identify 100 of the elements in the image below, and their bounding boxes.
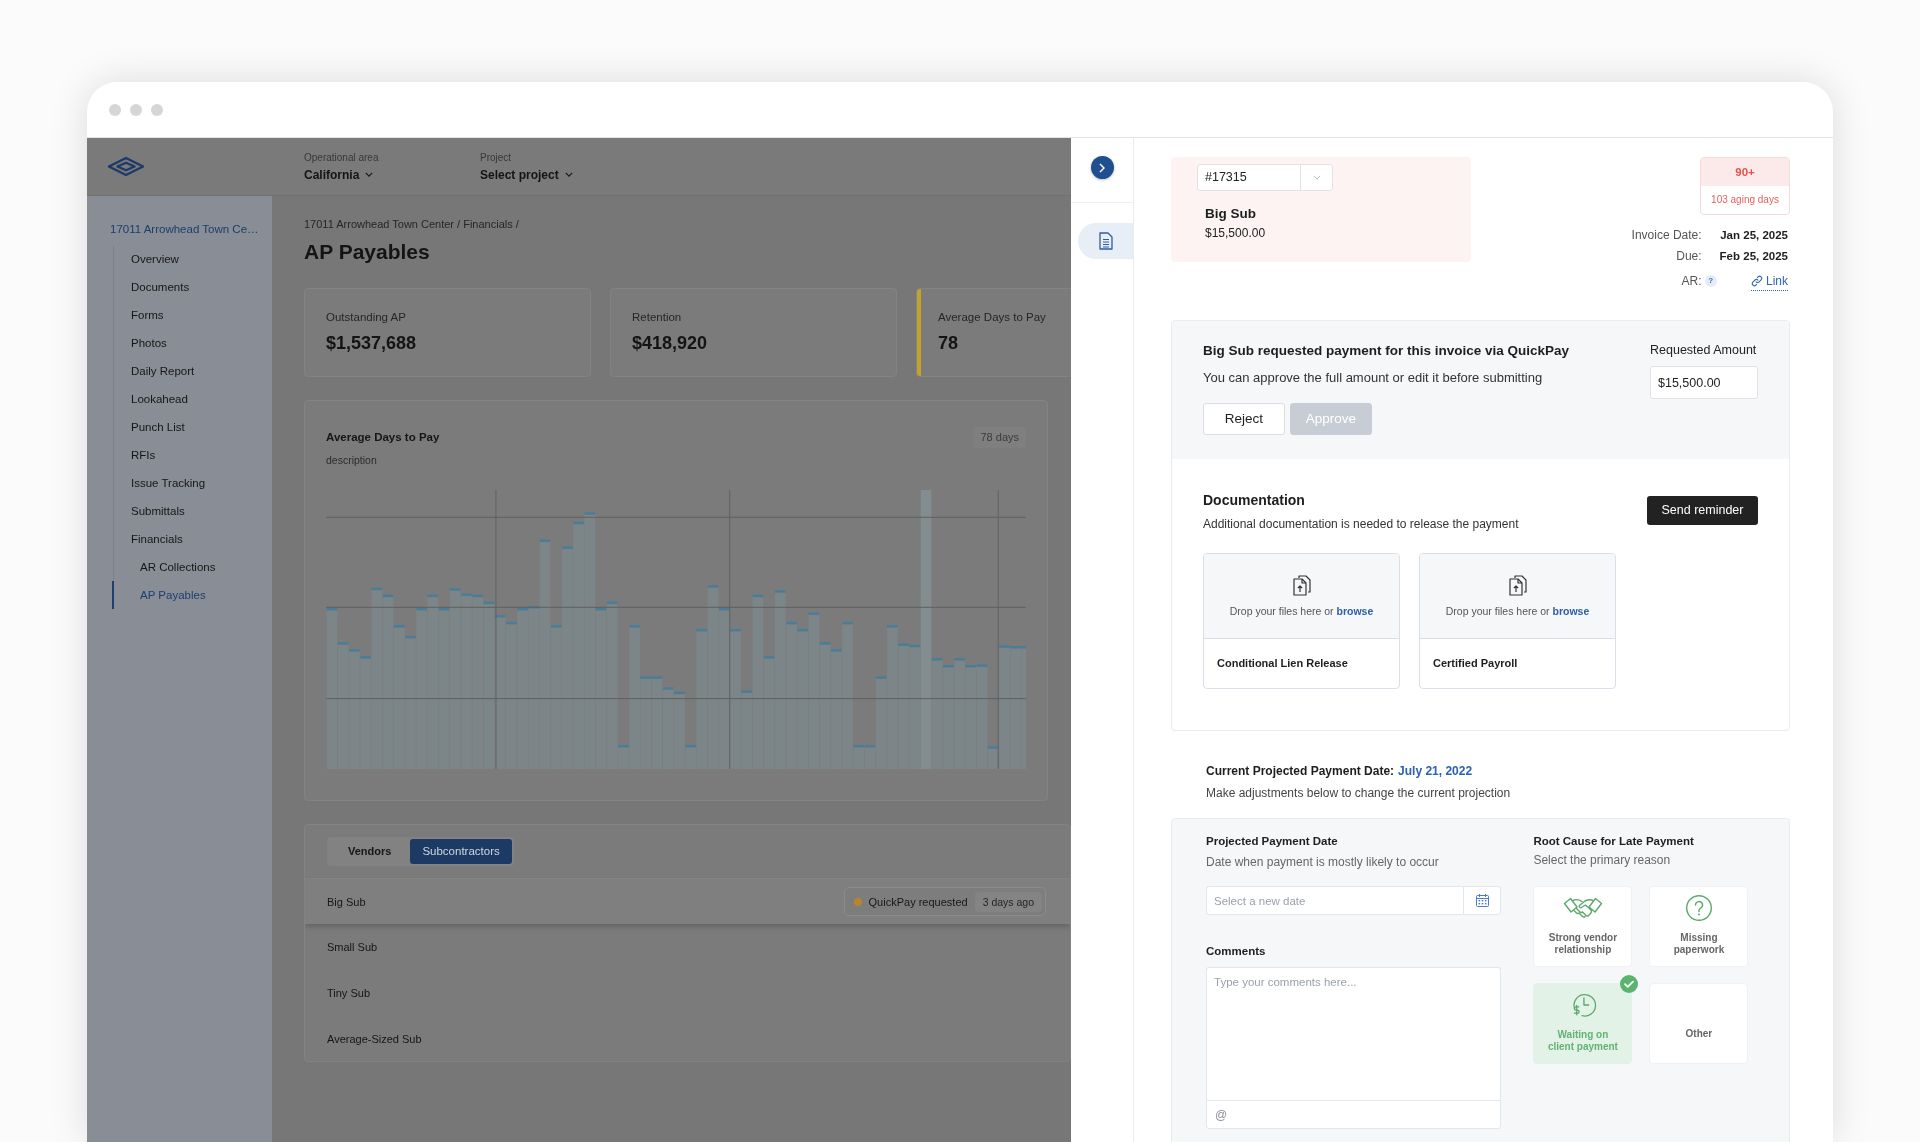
caret-icon bbox=[564, 172, 573, 177]
invoice-amount: $15,500.00 bbox=[1205, 226, 1266, 240]
summary-badge: 78 days bbox=[973, 427, 1026, 448]
list-row[interactable]: Tiny Sub bbox=[305, 970, 1070, 1016]
filter-label: Project bbox=[480, 150, 512, 164]
document-icon bbox=[1098, 232, 1113, 250]
caret-icon bbox=[365, 172, 374, 177]
stat-value: 78 bbox=[938, 332, 959, 354]
nav-item[interactable]: Issue Tracking bbox=[113, 469, 272, 497]
field-subtitle: Select the primary reason bbox=[1533, 853, 1671, 867]
amount-label: Requested Amount bbox=[1650, 343, 1757, 357]
status-label: QuickPay requested bbox=[868, 894, 968, 909]
age-badge: 3 days ago bbox=[974, 891, 1042, 912]
reason-tile[interactable]: Missing paperwork bbox=[1649, 886, 1749, 967]
filter-label: Operational area bbox=[304, 150, 379, 164]
file-upload-icon bbox=[1292, 575, 1311, 596]
tab[interactable]: Vendors bbox=[329, 839, 411, 864]
amount-input[interactable]: $15,500.00 bbox=[1650, 366, 1758, 399]
section-title: Documentation bbox=[1203, 492, 1305, 508]
payee-name: Small Sub bbox=[327, 940, 378, 954]
link-icon bbox=[1751, 275, 1763, 287]
window-control-icon[interactable] bbox=[130, 103, 142, 116]
field-title: Projected Payment Date bbox=[1206, 834, 1338, 848]
nav-item[interactable]: Punch List bbox=[113, 413, 272, 441]
filter-dropdown[interactable]: Select project bbox=[480, 166, 573, 183]
stat-value: $1,537,688 bbox=[326, 332, 417, 354]
calendar-button[interactable] bbox=[1463, 886, 1502, 915]
breadcrumb: 17011 Arrowhead Town Center / Financials / bbox=[304, 217, 519, 231]
list-row[interactable]: Small Sub bbox=[305, 924, 1070, 970]
nav-item[interactable]: Overview bbox=[113, 245, 272, 273]
detail-label: Due: bbox=[1676, 249, 1702, 263]
nav-item[interactable]: RFIs bbox=[113, 441, 272, 469]
window-control-icon[interactable] bbox=[151, 103, 163, 116]
invoice-select[interactable]: #17315 bbox=[1197, 164, 1333, 191]
expand-button[interactable] bbox=[1090, 156, 1114, 179]
detail-label: Invoice Date: bbox=[1631, 228, 1702, 242]
nav-item[interactable]: AR Collections bbox=[113, 553, 272, 581]
question-circle-icon bbox=[1684, 894, 1713, 922]
caret-icon bbox=[1312, 175, 1321, 180]
drop-zone[interactable]: Drop your files here or browse bbox=[1204, 554, 1399, 639]
detail-label: AR: bbox=[1681, 273, 1702, 288]
document-label: Certified Payroll bbox=[1433, 657, 1518, 669]
list-row[interactable]: Big Sub QuickPay requested 3 days ago bbox=[305, 878, 1070, 924]
help-hint[interactable]: ? bbox=[1704, 274, 1717, 287]
logo-icon[interactable] bbox=[107, 156, 145, 177]
detail-value: Jan 25, 2025 bbox=[1720, 228, 1788, 242]
comment-field[interactable]: Type your comments here... bbox=[1206, 967, 1502, 1100]
stat-value: $418,920 bbox=[632, 332, 708, 354]
nav-item[interactable]: Submittals bbox=[113, 497, 272, 525]
chart-description: description bbox=[326, 453, 377, 467]
request-subtitle: You can approve the full amount or edit it before submitting bbox=[1203, 371, 1543, 385]
drop-hint: Drop your files here or browse bbox=[1445, 605, 1590, 617]
document-label: Conditional Lien Release bbox=[1217, 657, 1348, 669]
nav-item[interactable]: Photos bbox=[113, 329, 272, 357]
reminder-button[interactable]: Send reminder bbox=[1647, 496, 1758, 525]
payee-name: Tiny Sub bbox=[327, 986, 370, 1000]
chevron-right-icon bbox=[1099, 162, 1105, 173]
calendar-icon bbox=[1475, 894, 1489, 907]
nav-item[interactable]: Financials bbox=[113, 525, 272, 553]
field-subtitle: Date when payment is mostly likely to occur bbox=[1206, 855, 1439, 869]
rail-tab[interactable] bbox=[1078, 223, 1133, 259]
date-input[interactable]: Select a new date bbox=[1206, 886, 1464, 915]
file-upload-icon bbox=[1508, 575, 1527, 596]
payee-name: Big Sub bbox=[327, 894, 366, 909]
page-title: AP Payables bbox=[304, 239, 430, 265]
filter-dropdown[interactable]: California bbox=[304, 166, 374, 183]
field-title: Comments bbox=[1206, 944, 1266, 958]
list-row[interactable]: Average-Sized Sub bbox=[305, 1016, 1070, 1061]
section-subtitle: Additional documentation is needed to release the payment bbox=[1203, 517, 1519, 531]
action-button[interactable]: Reject bbox=[1203, 403, 1285, 435]
check-icon bbox=[1620, 975, 1639, 993]
browse-link[interactable]: browse bbox=[1552, 605, 1590, 617]
drop-hint: Drop your files here or browse bbox=[1229, 605, 1374, 617]
drop-zone[interactable]: Drop your files here or browse bbox=[1420, 554, 1615, 639]
payee-name: Average-Sized Sub bbox=[327, 1032, 422, 1046]
ar-link[interactable]: Link bbox=[1751, 274, 1788, 291]
aging-bucket: 90+ bbox=[1701, 158, 1789, 186]
projection-label: Current Projected Payment Date: bbox=[1206, 764, 1395, 778]
stat-label: Outstanding AP bbox=[326, 310, 406, 325]
nav-item[interactable]: Documents bbox=[113, 273, 272, 301]
detail-value: Feb 25, 2025 bbox=[1719, 249, 1788, 263]
field-title: Root Cause for Late Payment bbox=[1533, 834, 1694, 848]
stat-label: Average Days to Pay bbox=[938, 310, 1046, 325]
browse-link[interactable]: browse bbox=[1336, 605, 1374, 617]
projection-subtitle: Make adjustments below to change the current projection bbox=[1206, 786, 1511, 800]
nav-item[interactable]: Daily Report bbox=[113, 357, 272, 385]
stat-label: Retention bbox=[632, 310, 682, 325]
reason-tile[interactable]: Other bbox=[1649, 983, 1749, 1064]
vendor-name: Big Sub bbox=[1205, 205, 1256, 223]
reason-tile[interactable]: Strong vendor relationship bbox=[1533, 886, 1633, 967]
aging-days: 103 aging days bbox=[1701, 186, 1789, 214]
nav-item[interactable]: Lookahead bbox=[113, 385, 272, 413]
mention-button[interactable]: @ bbox=[1213, 1106, 1230, 1123]
projection-date: July 21, 2022 bbox=[1398, 764, 1473, 778]
project-link[interactable]: 17011 Arrowhead Town Ce… bbox=[110, 221, 259, 237]
tab[interactable]: Subcontractors bbox=[410, 839, 512, 864]
request-title: Big Sub requested payment for this invoice via QuickPay bbox=[1203, 343, 1570, 359]
nav-item[interactable]: AP Payables bbox=[112, 581, 272, 609]
window-control-icon[interactable] bbox=[109, 103, 121, 116]
nav-item[interactable]: Forms bbox=[113, 301, 272, 329]
